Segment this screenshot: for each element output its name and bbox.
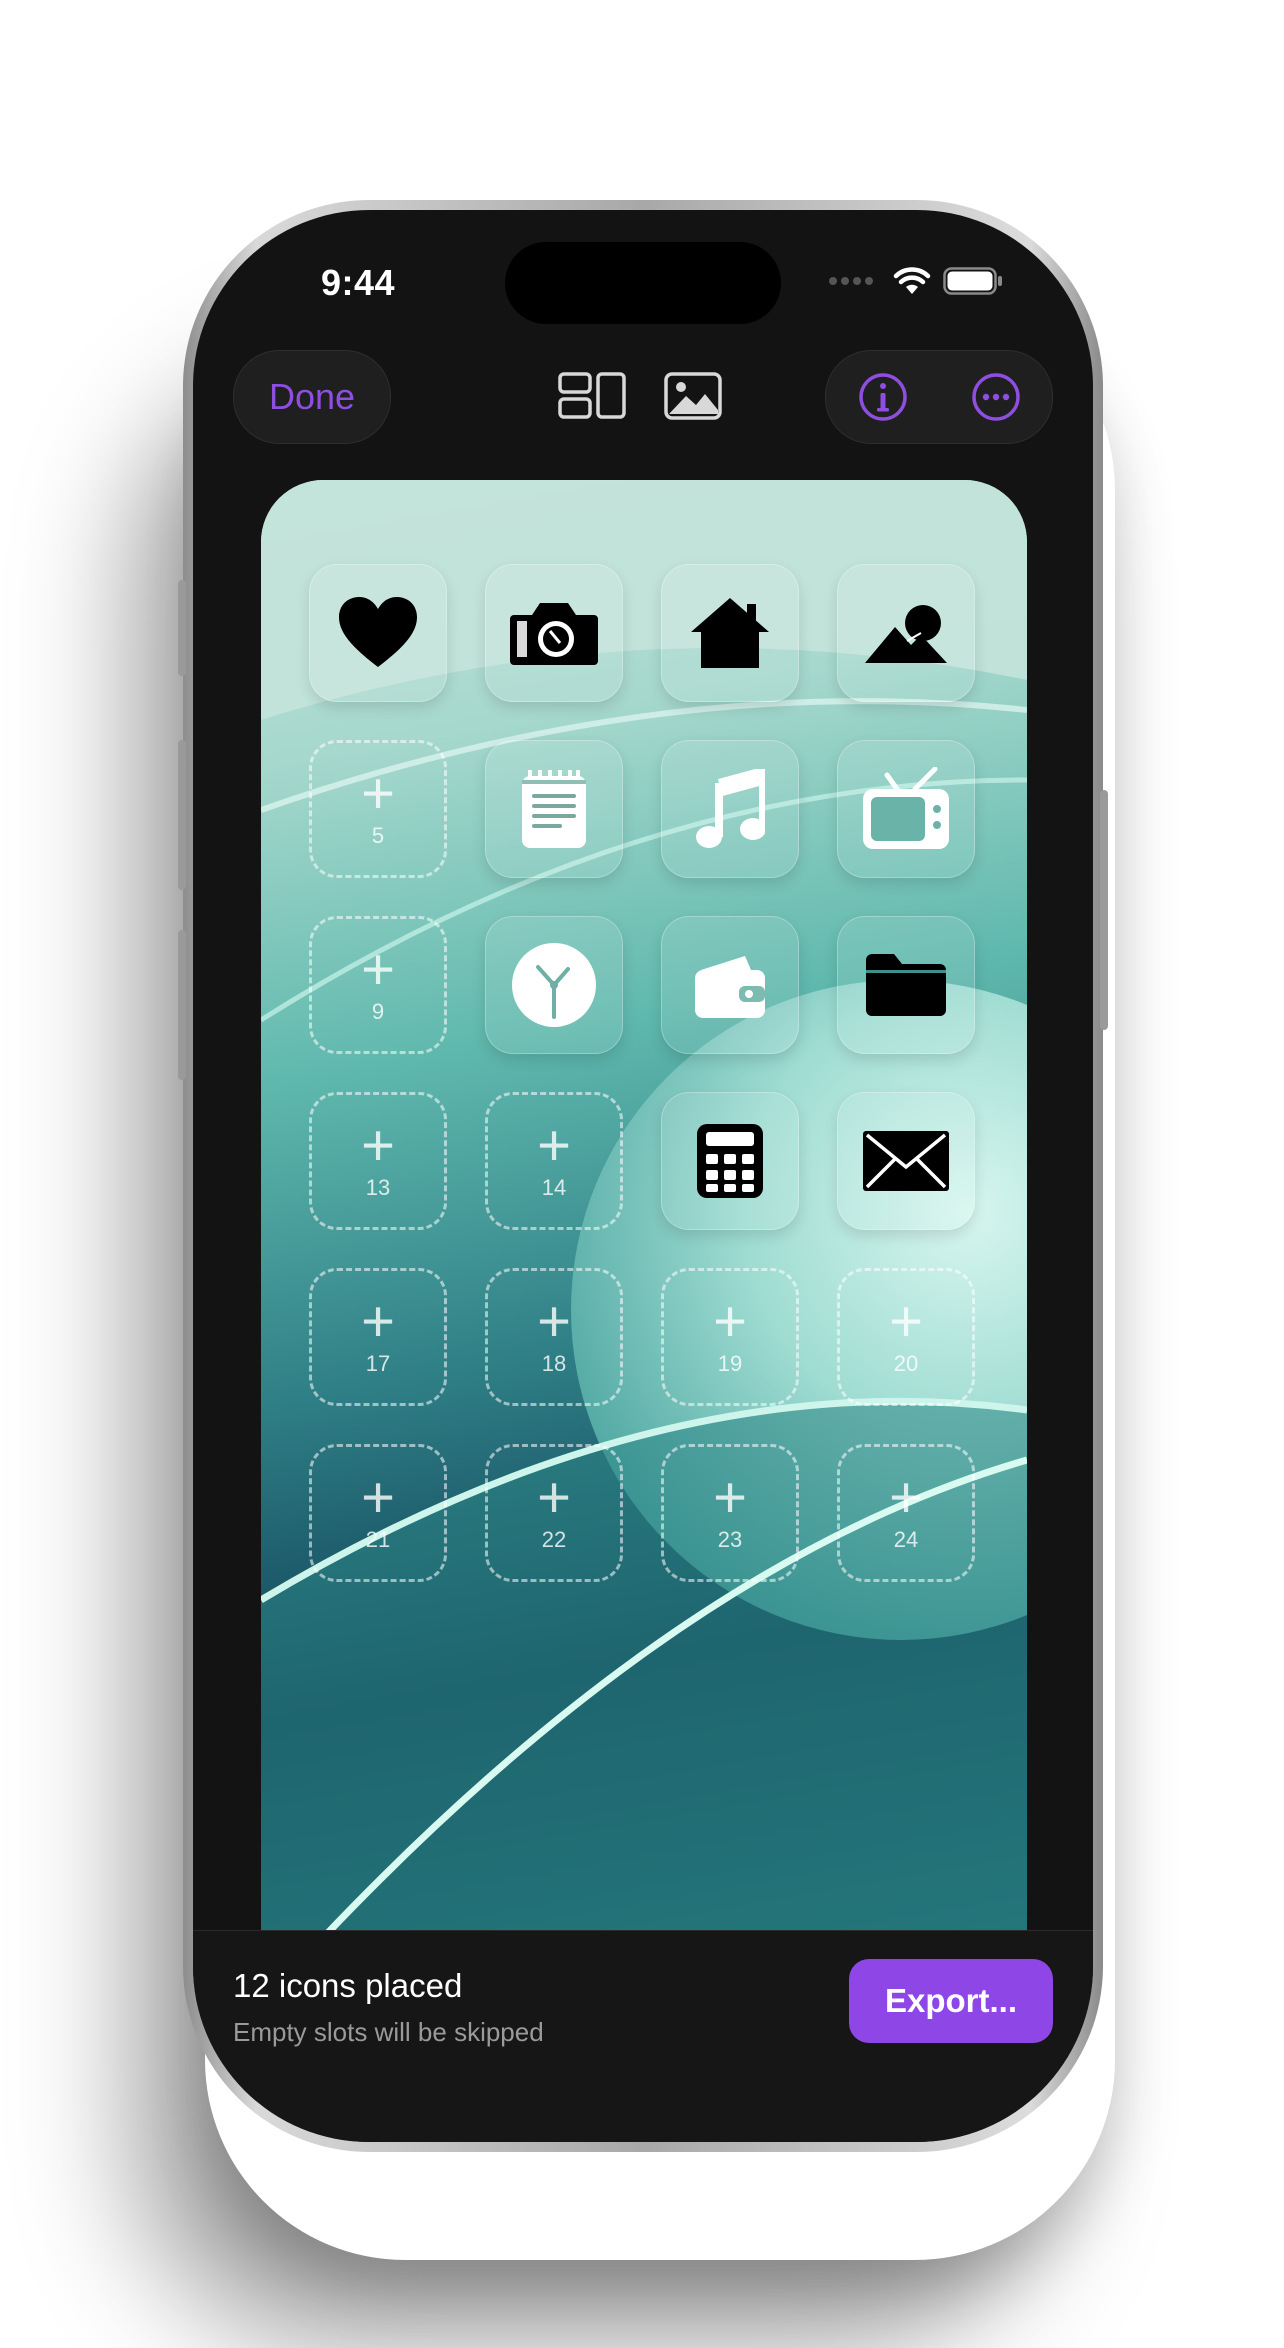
icon-grid: +5 +9 +13 +14 + 17 + 18 + 19 + 20 + 21 +… xyxy=(309,564,975,1582)
empty-slot-24[interactable]: +24 xyxy=(837,1444,975,1582)
add-icon: + xyxy=(537,1113,571,1178)
icon-slot-8[interactable] xyxy=(837,740,975,878)
add-icon: + xyxy=(713,1465,747,1530)
heart-icon xyxy=(339,597,417,667)
toolbar-actions xyxy=(825,350,1053,444)
camera-icon xyxy=(510,603,598,665)
battery-icon xyxy=(943,267,1002,295)
empty-slot-9[interactable]: +9 xyxy=(309,916,447,1054)
slot-number: 14 xyxy=(541,1175,567,1200)
status-time: 9:44 xyxy=(321,262,396,303)
more-icon[interactable] xyxy=(971,372,1021,422)
add-icon: + xyxy=(537,1465,571,1530)
volume-up-button xyxy=(178,740,186,890)
empty-slot-22[interactable]: +22 xyxy=(485,1444,623,1582)
folder-icon xyxy=(866,954,946,1016)
empty-slot-17[interactable]: +17 xyxy=(309,1268,447,1406)
house-icon xyxy=(691,598,769,668)
empty-slot-14[interactable]: +14 xyxy=(485,1092,623,1230)
slot-number: 20 xyxy=(893,1351,919,1376)
slot-number: 17 xyxy=(365,1351,391,1376)
done-button[interactable]: Done xyxy=(233,350,391,444)
slot-number: 23 xyxy=(717,1527,743,1552)
mountain-icon xyxy=(865,605,947,663)
add-icon: + xyxy=(361,1465,395,1530)
dynamic-island xyxy=(505,242,781,324)
icon-slot-11[interactable] xyxy=(661,916,799,1054)
empty-slot-19[interactable]: +19 xyxy=(661,1268,799,1406)
icon-slot-6[interactable] xyxy=(485,740,623,878)
add-icon: + xyxy=(889,1289,923,1354)
icon-slot-2[interactable] xyxy=(485,564,623,702)
music-note-icon xyxy=(696,769,765,848)
icon-slot-16[interactable] xyxy=(837,1092,975,1230)
tv-icon xyxy=(863,767,949,849)
info-icon[interactable] xyxy=(858,372,908,422)
add-icon: + xyxy=(361,937,395,1002)
icon-slot-12[interactable] xyxy=(837,916,975,1054)
slot-number: 9 xyxy=(371,999,385,1024)
slot-number: 18 xyxy=(541,1351,567,1376)
add-icon: + xyxy=(537,1289,571,1354)
icon-slot-3[interactable] xyxy=(661,564,799,702)
add-icon: + xyxy=(361,1289,395,1354)
wallet-icon xyxy=(695,956,765,1018)
add-icon: + xyxy=(889,1465,923,1530)
icon-slot-4[interactable] xyxy=(837,564,975,702)
wallpaper-canvas: +5 +9 +13 +14 + 17 + 18 + 19 + 20 + 21 +… xyxy=(261,480,1027,1940)
action-button xyxy=(178,580,186,676)
empty-slot-21[interactable]: +21 xyxy=(309,1444,447,1582)
empty-slot-18[interactable]: +18 xyxy=(485,1268,623,1406)
empty-slot-20[interactable]: +20 xyxy=(837,1268,975,1406)
placed-hint: Empty slots will be skipped xyxy=(233,2017,544,2047)
toolbar-center xyxy=(558,372,722,420)
notepad-icon xyxy=(522,770,586,848)
status-icons xyxy=(829,266,1003,296)
layout-icon[interactable] xyxy=(558,372,626,420)
empty-slot-13[interactable]: +13 xyxy=(309,1092,447,1230)
volume-down-button xyxy=(178,930,186,1080)
slot-number: 19 xyxy=(717,1351,743,1376)
power-button xyxy=(1100,790,1108,1030)
empty-slot-5[interactable]: +5 xyxy=(309,740,447,878)
phone-screen: 9:44 Done + 5 + 9 + 13 + 14 + 17 + 18 + … xyxy=(193,210,1093,2142)
slot-number: 22 xyxy=(541,1527,567,1552)
add-icon: + xyxy=(713,1289,747,1354)
icon-slot-7[interactable] xyxy=(661,740,799,878)
slot-number: 21 xyxy=(365,1527,391,1552)
slot-number: 13 xyxy=(365,1175,391,1200)
slot-number: 24 xyxy=(893,1527,919,1552)
add-icon: + xyxy=(361,1113,395,1178)
icon-slot-15[interactable] xyxy=(661,1092,799,1230)
cellular-signal-icon xyxy=(829,277,873,285)
placed-count: 12 icons placed xyxy=(233,1967,463,2004)
wifi-icon xyxy=(893,267,931,294)
clock-icon xyxy=(512,943,596,1027)
icon-slot-10[interactable] xyxy=(485,916,623,1054)
icon-slot-1[interactable] xyxy=(309,564,447,702)
envelope-icon xyxy=(863,1131,949,1191)
empty-slot-23[interactable]: +23 xyxy=(661,1444,799,1582)
image-icon[interactable] xyxy=(664,372,722,420)
export-button[interactable]: Export... xyxy=(849,1959,1053,2043)
add-icon: + xyxy=(361,761,395,826)
calculator-icon xyxy=(697,1124,763,1198)
slot-number: 5 xyxy=(371,823,385,848)
bottom-bar: 12 icons placed Empty slots will be skip… xyxy=(193,1930,1093,2142)
